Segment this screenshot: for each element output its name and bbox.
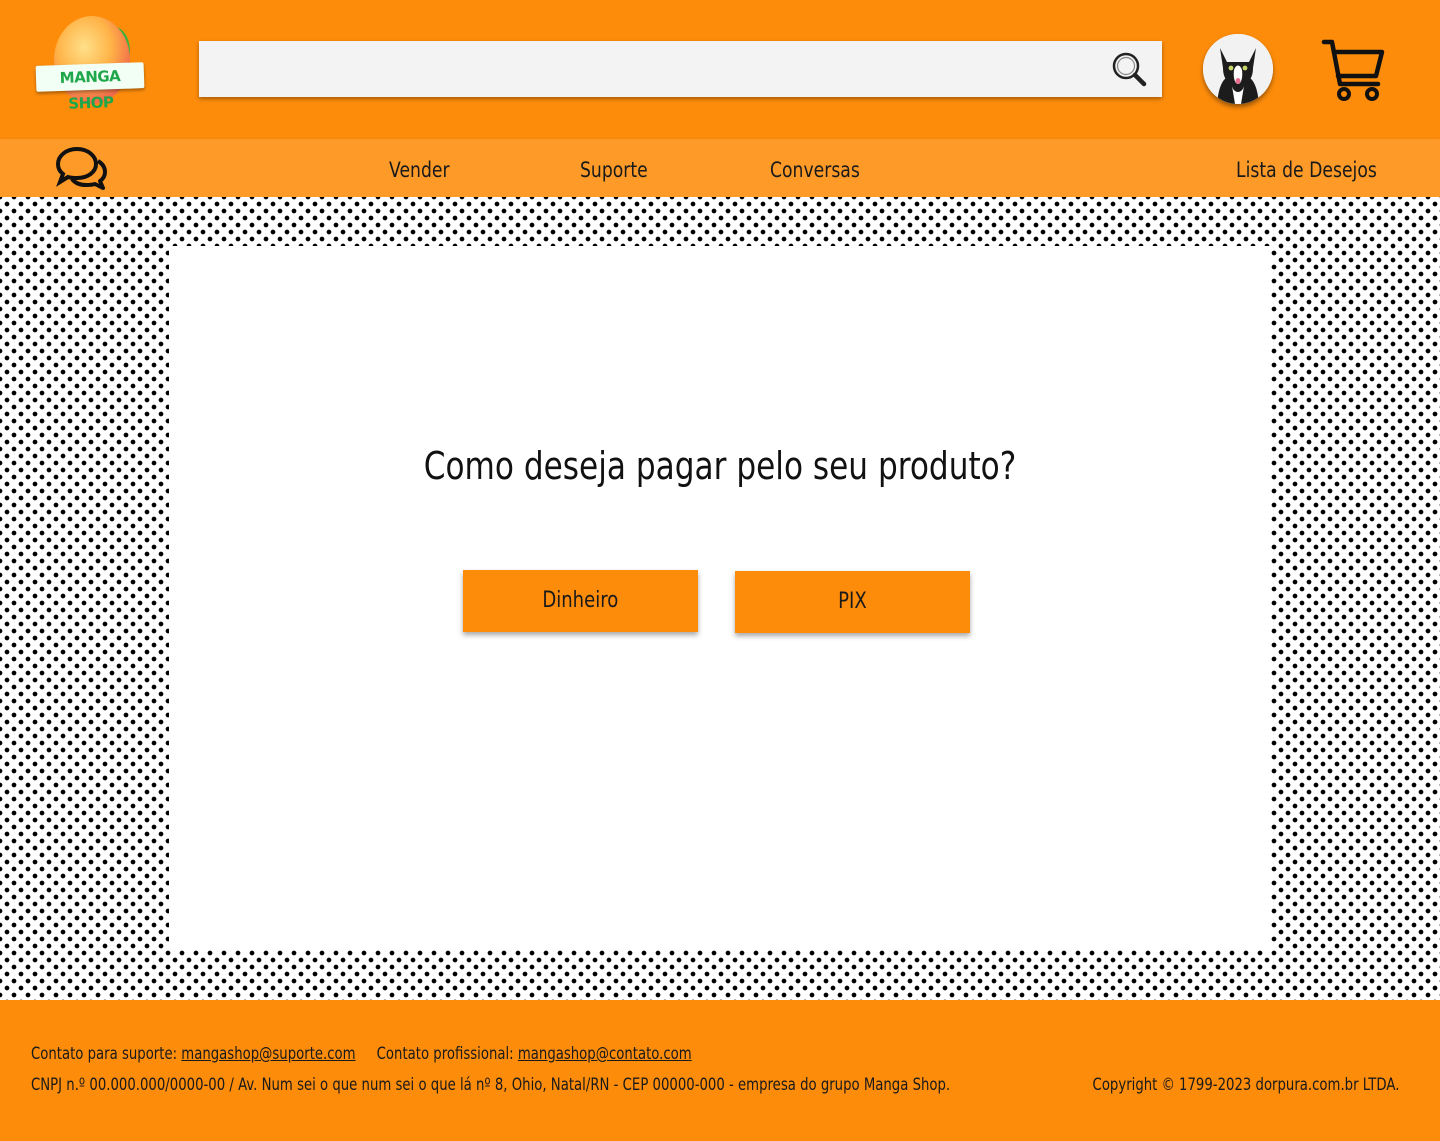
pro-email-link[interactable]: mangashop@contato.com bbox=[518, 1044, 692, 1064]
dinheiro-button-label: Dinheiro bbox=[542, 588, 619, 613]
cat-avatar-icon[interactable] bbox=[1203, 34, 1273, 104]
search-icon[interactable] bbox=[1110, 51, 1148, 89]
footer-address: CNPJ n.º 00.000.000/0000-00 / Av. Num se… bbox=[31, 1075, 951, 1095]
search-input[interactable] bbox=[199, 41, 1099, 97]
pro-label: Contato profissional: bbox=[376, 1044, 514, 1064]
footer-copyright: Copyright © 1799-2023 dorpura.com.br LTD… bbox=[1092, 1075, 1399, 1095]
pix-button-label: PIX bbox=[838, 589, 867, 614]
footer-contacts: Contato para suporte: mangashop@suporte.… bbox=[31, 1044, 692, 1064]
navbar: Vender Suporte Conversas Lista de Desejo… bbox=[0, 139, 1440, 197]
pix-button[interactable]: PIX bbox=[735, 571, 970, 633]
payment-question: Como deseja pagar pelo seu produto? bbox=[423, 444, 1017, 488]
support-email-link[interactable]: mangashop@suporte.com bbox=[181, 1044, 355, 1064]
nav-conversas[interactable]: Conversas bbox=[770, 139, 860, 197]
nav-lista-de-desejos[interactable]: Lista de Desejos bbox=[1236, 139, 1377, 197]
dinheiro-button[interactable]: Dinheiro bbox=[463, 570, 698, 632]
support-label: Contato para suporte: bbox=[31, 1044, 178, 1064]
cart-icon[interactable] bbox=[1318, 36, 1388, 104]
nav-suporte[interactable]: Suporte bbox=[580, 139, 648, 197]
header: MANGA SHOP bbox=[0, 0, 1440, 139]
chat-bubbles-icon[interactable] bbox=[55, 145, 107, 191]
mango-logo-icon[interactable]: MANGA SHOP bbox=[34, 12, 148, 113]
payment-card: Como deseja pagar pelo seu produto? Dinh… bbox=[169, 246, 1271, 950]
search-bar bbox=[199, 41, 1162, 97]
logo-text: MANGA SHOP bbox=[35, 62, 145, 113]
nav-vender[interactable]: Vender bbox=[389, 139, 450, 197]
footer: Contato para suporte: mangashop@suporte.… bbox=[0, 1000, 1440, 1141]
